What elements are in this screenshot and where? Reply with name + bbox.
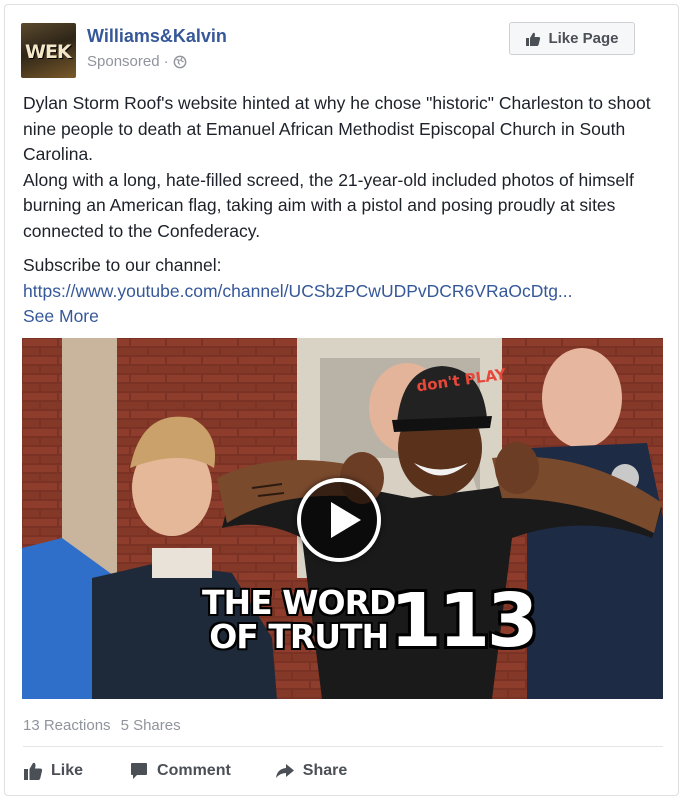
- play-button-icon[interactable]: [297, 478, 381, 562]
- like-page-label: Like Page: [548, 30, 619, 47]
- video-episode-number: 113: [390, 578, 538, 664]
- post-actions-bar: Like Comment Share: [23, 757, 347, 785]
- like-button[interactable]: Like: [23, 757, 83, 785]
- like-label: Like: [51, 762, 84, 779]
- page-avatar[interactable]: WEK: [21, 23, 76, 78]
- globe-icon: [173, 55, 186, 68]
- thumbs-up-icon: [24, 762, 43, 780]
- page-name-link[interactable]: Williams&Kalvin: [87, 26, 227, 47]
- shares-count[interactable]: 5 Shares: [121, 717, 181, 734]
- comment-button[interactable]: Comment: [129, 757, 231, 785]
- post-paragraph-2: Along with a long, hate-filled screed, t…: [23, 169, 634, 241]
- video-thumbnail[interactable]: don't PLAY THE WORD OF TRUTH 113: [22, 338, 663, 699]
- engagement-stats: 13 Reactions 5 Shares: [23, 717, 181, 734]
- video-title-line-1: THE WORD: [202, 583, 396, 622]
- see-more-link[interactable]: See More: [23, 306, 99, 326]
- subscribe-text: Subscribe to our channel:: [23, 255, 222, 275]
- comment-bubble-icon: [131, 763, 148, 779]
- share-button[interactable]: Share: [275, 757, 347, 785]
- video-title-overlay: THE WORD OF TRUTH: [202, 583, 396, 656]
- share-label: Share: [302, 762, 348, 779]
- meta-separator: ·: [163, 53, 169, 70]
- post-body: Dylan Storm Roof's website hinted at why…: [23, 91, 663, 330]
- post-paragraph-1: Dylan Storm Roof's website hinted at why…: [23, 93, 651, 164]
- comment-label: Comment: [157, 762, 231, 779]
- post-meta: Sponsored ·: [87, 53, 187, 70]
- like-page-button[interactable]: Like Page: [509, 22, 635, 55]
- sponsored-label[interactable]: Sponsored: [87, 53, 160, 70]
- footer-divider: [23, 746, 663, 747]
- channel-link[interactable]: https://www.youtube.com/channel/UCSbzPCw…: [23, 281, 573, 301]
- sponsored-post-card: WEK Williams&Kalvin Sponsored · Like Pag…: [4, 4, 679, 796]
- video-title-line-2: OF TRUTH: [209, 617, 389, 656]
- share-arrow-icon: [275, 764, 294, 778]
- avatar-logo-text: WEK: [25, 41, 72, 63]
- thumbs-up-icon: [526, 32, 541, 46]
- reactions-count[interactable]: 13 Reactions: [23, 717, 111, 734]
